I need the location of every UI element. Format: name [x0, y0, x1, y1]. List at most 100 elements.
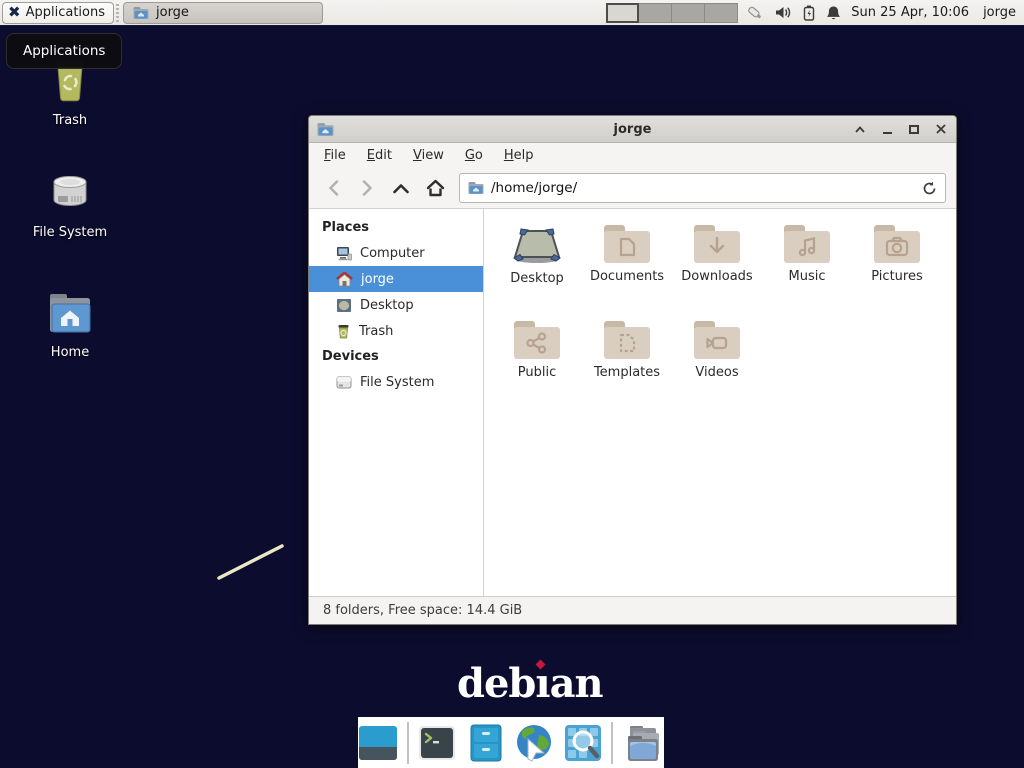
desktop-icon	[336, 298, 352, 313]
folder-item-templates[interactable]: Templates	[582, 319, 672, 415]
app-finder-icon	[564, 724, 602, 762]
shade-button[interactable]	[853, 122, 867, 136]
web-browser-globe-icon	[514, 723, 554, 763]
menu-file[interactable]: File	[324, 148, 346, 163]
folder-label: Downloads	[681, 269, 752, 284]
battery-icon[interactable]	[803, 5, 815, 21]
sidebar-devices-header: Devices	[309, 344, 483, 369]
notification-bell-icon[interactable]	[826, 5, 841, 21]
panel-handle	[116, 4, 119, 22]
location-bar[interactable]: /home/jorge/	[459, 173, 946, 203]
volume-icon[interactable]	[775, 5, 792, 20]
folder-label: Videos	[695, 365, 738, 380]
menu-help[interactable]: Help	[504, 148, 534, 163]
window-folder-icon	[317, 122, 334, 137]
home-button[interactable]	[421, 174, 449, 202]
window-controls	[853, 122, 948, 136]
folder-item-desktop[interactable]: Desktop	[492, 223, 582, 319]
camera-glyph	[872, 223, 922, 265]
window-folder-icon	[133, 6, 149, 20]
user-home-icon	[336, 272, 353, 287]
panel-clock[interactable]: Sun 25 Apr, 10:06	[851, 5, 969, 20]
statusbar: 8 folders, Free space: 14.4 GiB	[309, 596, 956, 624]
applications-menu-button[interactable]: ✖ Applications	[2, 2, 114, 24]
menu-edit[interactable]: Edit	[367, 148, 392, 163]
share-glyph	[512, 319, 562, 361]
forward-button[interactable]	[353, 174, 381, 202]
wallpaper-swirl-line	[210, 537, 294, 585]
filesystem-drive-icon	[46, 170, 94, 216]
sidebar-item-trash[interactable]: Trash	[309, 318, 483, 344]
applications-tooltip: Applications	[6, 33, 122, 69]
sidebar-places-header: Places	[309, 215, 483, 240]
sidebar-item-jorge[interactable]: jorge	[309, 266, 483, 292]
folder-label: Music	[789, 269, 826, 284]
menu-view[interactable]: View	[413, 148, 444, 163]
terminal-launcher[interactable]	[418, 722, 457, 764]
workspace-pager	[606, 3, 738, 23]
path-input[interactable]: /home/jorge/	[491, 180, 915, 196]
back-button[interactable]	[319, 174, 347, 202]
folder-item-pictures[interactable]: Pictures	[852, 223, 942, 319]
folder-stack-icon	[622, 724, 664, 762]
folder-label: Pictures	[871, 269, 922, 284]
folder-label: Public	[518, 365, 556, 380]
folder-item-music[interactable]: Music	[762, 223, 852, 319]
workspace-4[interactable]	[705, 3, 738, 23]
desktop-icon-filesystem[interactable]: File System	[10, 170, 130, 240]
sidebar-item-desktop[interactable]: Desktop	[309, 292, 483, 318]
taskbar-window-button[interactable]: jorge	[123, 2, 323, 24]
folder-item-public[interactable]: Public	[492, 319, 582, 415]
desktop-icon-label: Home	[10, 345, 130, 360]
top-panel: ✖ Applications jorge	[0, 0, 1024, 26]
document-glyph	[602, 223, 652, 265]
file-manager-launcher[interactable]	[466, 722, 505, 764]
trash-icon	[336, 324, 351, 339]
file-cabinet-icon	[470, 724, 502, 762]
menu-go[interactable]: Go	[465, 148, 483, 163]
workspace-3[interactable]	[672, 3, 705, 23]
window-body: Places Computer jorge	[309, 209, 956, 596]
web-browser-launcher[interactable]	[514, 722, 554, 764]
show-desktop-icon	[358, 725, 398, 761]
sidebar-item-label: File System	[360, 375, 434, 390]
up-button[interactable]	[387, 174, 415, 202]
app-finder-launcher[interactable]	[563, 722, 602, 764]
system-tray	[746, 5, 841, 21]
template-glyph	[602, 319, 652, 361]
folder-view[interactable]: Desktop Documents Downloads	[484, 209, 956, 596]
show-desktop-button[interactable]	[358, 722, 398, 764]
folder-item-videos[interactable]: Videos	[672, 319, 762, 415]
desktop-icon-label: Trash	[10, 113, 130, 128]
toolbar: /home/jorge/	[309, 168, 956, 209]
drive-icon	[336, 376, 352, 389]
debian-wordmark: debıan	[457, 660, 603, 707]
sidebar: Places Computer jorge	[309, 209, 484, 596]
sidebar-item-filesystem[interactable]: File System	[309, 369, 483, 395]
directory-menu-launcher[interactable]	[622, 722, 664, 764]
desktop-surface-icon	[511, 223, 563, 267]
path-folder-icon	[468, 181, 484, 195]
desktop-icon-home[interactable]: Home	[10, 292, 130, 360]
folder-item-downloads[interactable]: Downloads	[672, 223, 762, 319]
maximize-button[interactable]	[907, 122, 921, 136]
workspace-2[interactable]	[639, 3, 672, 23]
statusbar-text: 8 folders, Free space: 14.4 GiB	[323, 603, 522, 618]
wordmark-part: deb	[457, 660, 535, 707]
wordmark-part: an	[550, 660, 603, 707]
xfce-menu-icon: ✖	[8, 5, 21, 20]
sidebar-item-label: Computer	[360, 246, 425, 261]
sidebar-item-computer[interactable]: Computer	[309, 240, 483, 266]
folder-label: Documents	[590, 269, 664, 284]
minimize-button[interactable]	[880, 122, 894, 136]
panel-username[interactable]: jorge	[983, 5, 1016, 20]
window-titlebar[interactable]: jorge	[309, 116, 956, 143]
dock	[358, 717, 664, 768]
workspace-1[interactable]	[606, 3, 639, 23]
folder-item-documents[interactable]: Documents	[582, 223, 672, 319]
tray-device-icon[interactable]	[746, 5, 764, 21]
close-button[interactable]	[934, 122, 948, 136]
sidebar-item-label: Desktop	[360, 298, 414, 313]
reload-icon[interactable]	[922, 181, 937, 196]
file-manager-window: jorge File Edit View Go Help	[308, 115, 957, 625]
